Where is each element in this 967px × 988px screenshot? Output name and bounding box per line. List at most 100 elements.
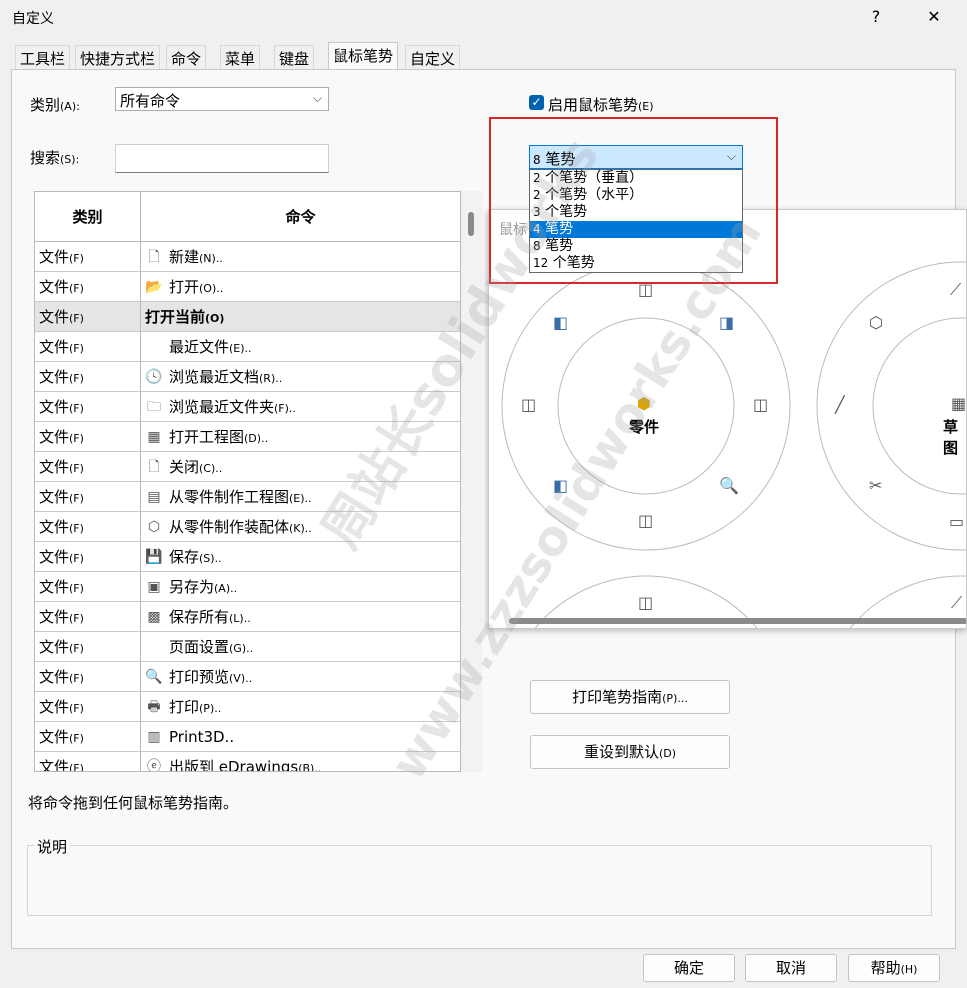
command-label: 浏览最近文件夹(F)..: [169, 398, 296, 416]
table-row[interactable]: 文件(F) 💾 保存(S)..: [35, 542, 460, 572]
isometric-view-icon[interactable]: ◧: [553, 313, 568, 332]
help-title-button[interactable]: ?: [852, 2, 900, 32]
tab-customization[interactable]: 自定义: [405, 45, 461, 69]
row-command: ▣ 另存为(A)..: [141, 572, 460, 602]
line-icon[interactable]: ╱: [835, 395, 845, 414]
row-category: 文件(F): [35, 722, 141, 752]
edrawings-icon: ⓔ: [147, 759, 161, 772]
left-view-icon[interactable]: ◫: [521, 395, 536, 414]
row-category: 文件(F): [35, 422, 141, 452]
smart-dimension-icon[interactable]: ⟋: [950, 280, 961, 300]
recent-folders-icon: 🗀: [147, 399, 161, 415]
row-category: 文件(F): [35, 302, 141, 332]
row-category: 文件(F): [35, 332, 141, 362]
column-header-category[interactable]: 类别: [35, 192, 141, 242]
row-category: 文件(F): [35, 272, 141, 302]
tab-toolbars[interactable]: 工具栏: [15, 45, 71, 69]
row-category: 文件(F): [35, 482, 141, 512]
column-header-command[interactable]: 命令: [141, 192, 460, 242]
row-category: 文件(F): [35, 632, 141, 662]
table-row[interactable]: 文件(F) 🗋 新建(N)..: [35, 242, 460, 272]
open-icon: 📂: [145, 279, 163, 295]
right-view-icon[interactable]: ◫: [753, 395, 768, 414]
print3d-icon: ▥: [147, 729, 161, 745]
front-view-icon[interactable]: ◫: [638, 511, 653, 530]
row-command: ▩ 保存所有(L)..: [141, 602, 460, 632]
help-button[interactable]: 帮助(H): [848, 954, 940, 982]
tab-commands[interactable]: 命令: [166, 45, 207, 69]
search-input[interactable]: [115, 144, 329, 173]
print-gesture-guide-button[interactable]: 打印笔势指南(P)...: [530, 680, 730, 714]
print-preview-icon: 🔍: [145, 669, 163, 685]
table-row[interactable]: 文件(F) ▣ 另存为(A)..: [35, 572, 460, 602]
row-category: 文件(F): [35, 662, 141, 692]
table-row[interactable]: 文件(F) 最近文件(E)..: [35, 332, 460, 362]
table-row[interactable]: 文件(F) 打开当前(O): [35, 302, 460, 332]
table-row[interactable]: 文件(F) 🖶 打印(P)..: [35, 692, 460, 722]
table-header: 类别 命令: [35, 192, 460, 242]
row-category: 文件(F): [35, 362, 141, 392]
row-command: 页面设置(G)..: [141, 632, 460, 662]
command-label: Print3D..: [169, 728, 235, 746]
save-all-icon: ▩: [147, 609, 161, 625]
reset-to-default-button[interactable]: 重设到默认(D): [530, 735, 730, 769]
tab-menus[interactable]: 菜单: [220, 45, 261, 69]
command-label: 打开工程图(D)..: [169, 428, 269, 446]
table-scrollbar-thumb[interactable]: [468, 212, 474, 236]
category-select[interactable]: 所有命令 ⌵: [115, 87, 329, 111]
sketch-grid-icon: ▦: [951, 394, 967, 413]
lower-top-view-icon[interactable]: ◫: [638, 593, 653, 612]
category-label: 类别(A):: [30, 96, 80, 114]
sketch-label: 草图: [943, 418, 959, 457]
tab-mouse-gestures[interactable]: 鼠标笔势: [328, 42, 399, 70]
row-category: 文件(F): [35, 572, 141, 602]
command-label: 页面设置(G)..: [169, 638, 254, 656]
rectangle-icon[interactable]: ▭: [949, 512, 964, 531]
table-row[interactable]: 文件(F) ▩ 保存所有(L)..: [35, 602, 460, 632]
row-command: ⬡ 从零件制作装配体(K)..: [141, 512, 460, 542]
command-label: 打印(P)..: [169, 698, 222, 716]
command-label: 另存为(A)..: [169, 578, 238, 596]
exit-sketch-icon[interactable]: ⬡: [869, 313, 883, 332]
command-label: 从零件制作装配体(K)..: [169, 518, 312, 536]
cancel-button[interactable]: 取消: [745, 954, 837, 982]
row-category: 文件(F): [35, 392, 141, 422]
enable-gestures-checkbox[interactable]: ✓: [529, 95, 544, 110]
save-as-icon: ▣: [147, 579, 161, 595]
command-label: 打印预览(V)..: [169, 668, 253, 686]
preview-scrollbar[interactable]: [509, 618, 966, 624]
table-row[interactable]: 文件(F) 页面设置(G)..: [35, 632, 460, 662]
description-label: 说明: [34, 836, 71, 857]
close-window-button[interactable]: ✕: [910, 2, 958, 32]
row-category: 文件(F): [35, 512, 141, 542]
ok-button[interactable]: 确定: [643, 954, 735, 982]
search-label: 搜索(S):: [30, 149, 80, 167]
new-document-icon: 🗋: [148, 249, 160, 265]
command-label: 打开当前(O): [145, 308, 225, 326]
tab-shortcut-bars[interactable]: 快捷方式栏: [75, 45, 161, 69]
table-row[interactable]: 文件(F) 🔍 打印预览(V)..: [35, 662, 460, 692]
command-label: 打开(O)..: [169, 278, 224, 296]
chevron-down-icon: ⌵: [726, 149, 736, 163]
command-label: 最近文件(E)..: [169, 338, 252, 356]
window-title: 自定义: [12, 11, 54, 27]
command-label: 保存(S)..: [169, 548, 222, 566]
zoom-to-area-icon[interactable]: 🔍: [719, 476, 739, 495]
row-command: ▤ 从零件制作工程图(E)..: [141, 482, 460, 512]
row-command: 💾 保存(S)..: [141, 542, 460, 572]
row-command: 🗋 新建(N)..: [141, 242, 460, 272]
make-assembly-icon: ⬡: [147, 519, 161, 535]
chevron-down-icon: ⌵: [312, 91, 322, 105]
save-icon: 💾: [145, 549, 163, 565]
table-row[interactable]: 文件(F) ⬡ 从零件制作装配体(K)..: [35, 512, 460, 542]
trim-icon[interactable]: ✂: [869, 476, 882, 495]
lower-dimension-icon[interactable]: ⟋: [951, 593, 962, 613]
command-label: 从零件制作工程图(E)..: [169, 488, 312, 506]
tab-keyboard[interactable]: 键盘: [274, 45, 315, 69]
status-text: 将命令拖到任何鼠标笔势指南。: [28, 794, 239, 812]
command-label: 关闭(C)..: [169, 458, 223, 476]
category-select-value: 所有命令: [120, 92, 181, 110]
table-row[interactable]: 文件(F) 📂 打开(O)..: [35, 272, 460, 302]
row-category: 文件(F): [35, 452, 141, 482]
row-category: 文件(F): [35, 542, 141, 572]
